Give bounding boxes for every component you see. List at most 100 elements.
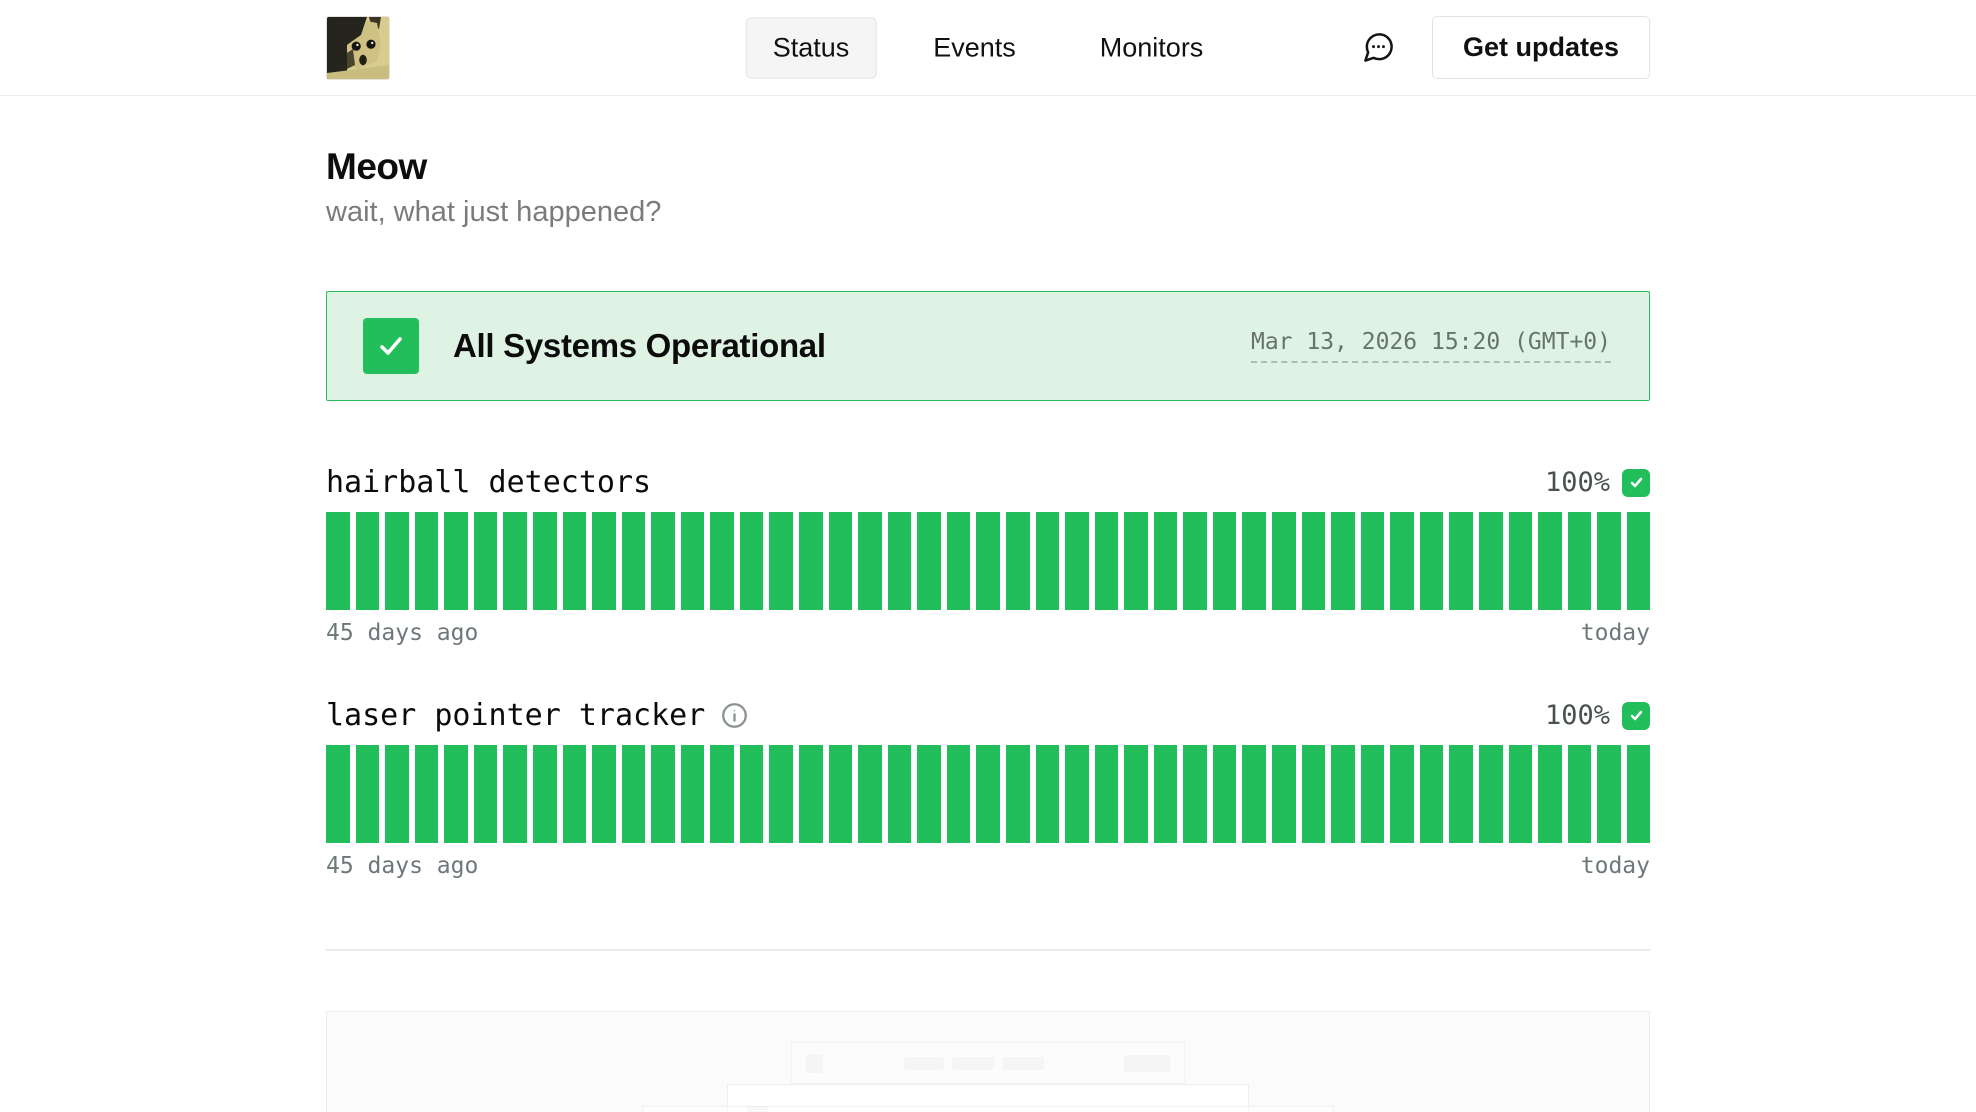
- uptime-bar[interactable]: [1006, 512, 1030, 610]
- uptime-bar[interactable]: [681, 745, 705, 843]
- uptime-bar[interactable]: [740, 745, 764, 843]
- uptime-bar[interactable]: [592, 745, 616, 843]
- uptime-bar[interactable]: [1479, 745, 1503, 843]
- uptime-bar[interactable]: [563, 745, 587, 843]
- uptime-bar[interactable]: [1242, 512, 1266, 610]
- uptime-bar[interactable]: [1065, 512, 1089, 610]
- uptime-bar[interactable]: [1331, 512, 1355, 610]
- uptime-bar[interactable]: [385, 512, 409, 610]
- uptime-bar[interactable]: [415, 745, 439, 843]
- uptime-bar[interactable]: [474, 512, 498, 610]
- uptime-bar[interactable]: [1627, 512, 1651, 610]
- uptime-bar[interactable]: [533, 745, 557, 843]
- uptime-bar[interactable]: [326, 745, 350, 843]
- uptime-bar[interactable]: [1272, 745, 1296, 843]
- feedback-chat-button[interactable]: [1361, 30, 1396, 65]
- uptime-bar[interactable]: [976, 512, 1000, 610]
- uptime-bar[interactable]: [326, 512, 350, 610]
- uptime-bar[interactable]: [858, 745, 882, 843]
- uptime-bar[interactable]: [651, 745, 675, 843]
- uptime-bar[interactable]: [740, 512, 764, 610]
- uptime-bar[interactable]: [1036, 745, 1060, 843]
- uptime-bar[interactable]: [1213, 745, 1237, 843]
- uptime-bar[interactable]: [829, 745, 853, 843]
- uptime-bar[interactable]: [769, 512, 793, 610]
- uptime-bar[interactable]: [1390, 512, 1414, 610]
- tab-status[interactable]: Status: [746, 17, 877, 78]
- uptime-bar[interactable]: [1065, 745, 1089, 843]
- uptime-bar[interactable]: [1302, 512, 1326, 610]
- uptime-bar[interactable]: [799, 745, 823, 843]
- uptime-bar[interactable]: [474, 745, 498, 843]
- uptime-bar[interactable]: [1006, 745, 1030, 843]
- uptime-bar[interactable]: [1627, 745, 1651, 843]
- uptime-bar[interactable]: [1183, 745, 1207, 843]
- cat-logo[interactable]: [326, 16, 390, 80]
- uptime-bar[interactable]: [1449, 745, 1473, 843]
- uptime-bar[interactable]: [1154, 745, 1178, 843]
- uptime-bar[interactable]: [503, 512, 527, 610]
- uptime-bar[interactable]: [1331, 745, 1355, 843]
- uptime-bar[interactable]: [592, 512, 616, 610]
- uptime-bar[interactable]: [1361, 512, 1385, 610]
- uptime-bar[interactable]: [888, 512, 912, 610]
- uptime-bar[interactable]: [1183, 512, 1207, 610]
- uptime-bar[interactable]: [1390, 745, 1414, 843]
- page-subtitle: wait, what just happened?: [326, 196, 1650, 229]
- section-divider: [326, 949, 1650, 951]
- uptime-bar[interactable]: [1242, 745, 1266, 843]
- uptime-bar[interactable]: [888, 745, 912, 843]
- uptime-bar[interactable]: [1213, 512, 1237, 610]
- uptime-bar[interactable]: [563, 512, 587, 610]
- uptime-bar[interactable]: [1420, 512, 1444, 610]
- uptime-bar[interactable]: [976, 745, 1000, 843]
- uptime-bar[interactable]: [1361, 745, 1385, 843]
- uptime-bar[interactable]: [917, 745, 941, 843]
- uptime-bar[interactable]: [799, 512, 823, 610]
- uptime-bar[interactable]: [1568, 745, 1592, 843]
- uptime-bar[interactable]: [769, 745, 793, 843]
- uptime-bar[interactable]: [1509, 512, 1533, 610]
- get-updates-button[interactable]: Get updates: [1432, 16, 1650, 79]
- uptime-bar[interactable]: [1154, 512, 1178, 610]
- uptime-bar[interactable]: [1449, 512, 1473, 610]
- uptime-bar[interactable]: [385, 745, 409, 843]
- uptime-bar[interactable]: [1124, 745, 1148, 843]
- uptime-bar[interactable]: [681, 512, 705, 610]
- uptime-bar[interactable]: [710, 745, 734, 843]
- uptime-bar[interactable]: [1302, 745, 1326, 843]
- uptime-bar[interactable]: [1272, 512, 1296, 610]
- uptime-bar[interactable]: [1509, 745, 1533, 843]
- uptime-bar[interactable]: [710, 512, 734, 610]
- uptime-bar[interactable]: [1095, 745, 1119, 843]
- uptime-bar[interactable]: [1597, 512, 1621, 610]
- uptime-bar[interactable]: [1538, 512, 1562, 610]
- tab-monitors[interactable]: Monitors: [1073, 17, 1231, 78]
- uptime-bar[interactable]: [356, 512, 380, 610]
- uptime-bar[interactable]: [1568, 512, 1592, 610]
- uptime-bar[interactable]: [503, 745, 527, 843]
- info-icon[interactable]: [721, 702, 748, 729]
- uptime-bar[interactable]: [1036, 512, 1060, 610]
- tab-events[interactable]: Events: [906, 17, 1043, 78]
- uptime-bar[interactable]: [415, 512, 439, 610]
- uptime-bar[interactable]: [651, 512, 675, 610]
- uptime-bar[interactable]: [1538, 745, 1562, 843]
- uptime-bar[interactable]: [1479, 512, 1503, 610]
- uptime-bar[interactable]: [444, 512, 468, 610]
- uptime-bar[interactable]: [1597, 745, 1621, 843]
- uptime-bar[interactable]: [1420, 745, 1444, 843]
- uptime-bar[interactable]: [622, 745, 646, 843]
- uptime-bar[interactable]: [356, 745, 380, 843]
- uptime-bar[interactable]: [1095, 512, 1119, 610]
- uptime-bar[interactable]: [444, 745, 468, 843]
- uptime-bar[interactable]: [622, 512, 646, 610]
- uptime-bar[interactable]: [947, 512, 971, 610]
- uptime-bar[interactable]: [947, 745, 971, 843]
- uptime-bar[interactable]: [1124, 512, 1148, 610]
- uptime-bar[interactable]: [858, 512, 882, 610]
- uptime-bar[interactable]: [917, 512, 941, 610]
- status-banner-timestamp[interactable]: Mar 13, 2026 15:20 (GMT+0): [1251, 329, 1611, 363]
- uptime-bar[interactable]: [533, 512, 557, 610]
- uptime-bar[interactable]: [829, 512, 853, 610]
